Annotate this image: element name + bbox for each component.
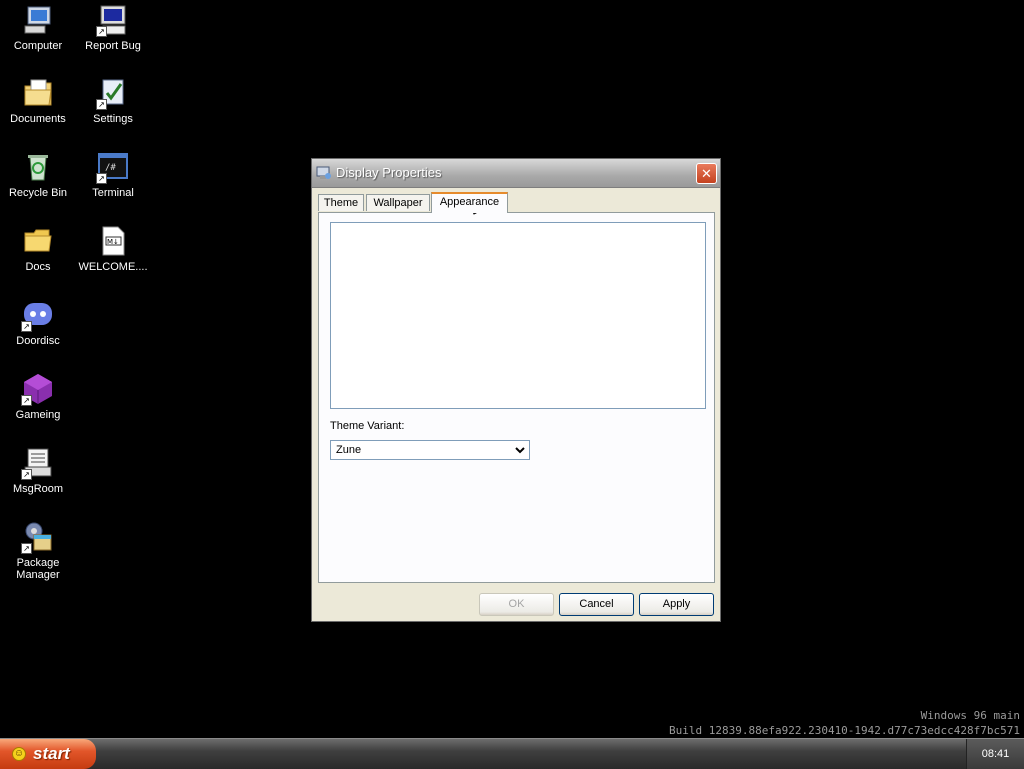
apply-button[interactable]: Apply xyxy=(639,593,714,616)
desktop-icon-label: Documents xyxy=(10,113,66,125)
desktop-icon-label: Recycle Bin xyxy=(8,187,68,199)
start-label: start xyxy=(33,744,70,763)
markdown-file-icon: M↓ xyxy=(97,225,129,257)
msgroom-icon: ↗ xyxy=(21,447,54,480)
computer-icon xyxy=(22,4,54,36)
shortcut-arrow-icon: ↗ xyxy=(21,469,32,480)
window-title: Display Properties xyxy=(336,165,442,180)
terminal-icon: /# ↗ xyxy=(96,151,129,184)
svg-text:M↓: M↓ xyxy=(107,238,119,246)
desktop-icon-welcome[interactable]: M↓ WELCOME.... xyxy=(75,225,151,273)
desktop-icon-package-manager[interactable]: ↗ Package Manager xyxy=(0,521,76,581)
shortcut-arrow-icon: ↗ xyxy=(96,26,107,37)
desktop-icon-msgroom[interactable]: ↗ MsgRoom xyxy=(0,447,76,495)
display-properties-window: Display Properties ✕ Theme Wallpaper App… xyxy=(311,158,721,622)
desktop-icon-gameing[interactable]: ↗ Gameing xyxy=(0,373,76,421)
taskbar: ☺ start 08:41 xyxy=(0,738,1024,769)
desktop-icon-label: Package Manager xyxy=(16,557,60,581)
tab-wallpaper[interactable]: Wallpaper xyxy=(366,194,430,211)
desktop-icon-report-bug[interactable]: ↗ Report Bug xyxy=(75,4,151,52)
close-icon: ✕ xyxy=(701,166,712,181)
desktop-icon-label: Computer xyxy=(13,40,63,52)
watermark-line-1: Windows 96 main xyxy=(920,709,1020,722)
settings-icon: ↗ xyxy=(96,77,129,110)
desktop-icon-label: Terminal xyxy=(92,187,134,199)
package-manager-icon: ↗ xyxy=(21,521,54,554)
svg-text:/#: /# xyxy=(105,163,116,173)
title-bar[interactable]: Display Properties ✕ xyxy=(312,159,720,188)
theme-variant-label: Theme Variant: xyxy=(330,420,405,432)
close-button[interactable]: ✕ xyxy=(696,163,717,184)
desktop-icon-docs[interactable]: Docs xyxy=(0,225,76,273)
folder-icon xyxy=(22,225,54,257)
shortcut-arrow-icon: ↗ xyxy=(21,543,32,554)
desktop-icon-documents[interactable]: Documents xyxy=(0,77,76,125)
desktop-icon-settings[interactable]: ↗ Settings xyxy=(75,77,151,125)
doordisc-icon: ↗ xyxy=(21,299,54,332)
desktop-icon-terminal[interactable]: /# ↗ Terminal xyxy=(75,151,151,199)
desktop-icon-label: Report Bug xyxy=(85,40,141,52)
desktop-icon-doordisc[interactable]: ↗ Doordisc xyxy=(0,299,76,347)
shortcut-arrow-icon: ↗ xyxy=(21,395,32,406)
appearance-panel: Theme Variant: Zune xyxy=(318,212,715,583)
documents-icon xyxy=(22,77,54,109)
theme-variant-select[interactable]: Zune xyxy=(330,440,530,460)
shortcut-arrow-icon: ↗ xyxy=(96,99,107,110)
theme-variant-value: Zune xyxy=(336,444,362,456)
chevron-down-icon xyxy=(515,441,525,466)
build-watermark: Windows 96 main Build 12839.88efa922.230… xyxy=(669,708,1020,738)
desktop-icon-label: Settings xyxy=(93,113,133,125)
desktop-icon-label: Gameing xyxy=(15,409,61,421)
theme-preview-area xyxy=(330,222,706,409)
display-properties-icon xyxy=(316,165,332,181)
recycle-bin-icon xyxy=(22,151,54,183)
shortcut-arrow-icon: ↗ xyxy=(96,173,107,184)
gameing-icon: ↗ xyxy=(21,373,54,406)
start-button[interactable]: ☺ start xyxy=(0,739,96,769)
ok-button[interactable]: OK xyxy=(479,593,554,616)
report-bug-icon: ↗ xyxy=(96,4,129,37)
watermark-line-2: Build 12839.88efa922.230410-1942.d77c73e… xyxy=(669,724,1020,737)
desktop-icon-label: MsgRoom xyxy=(12,483,64,495)
desktop-icon-label: Doordisc xyxy=(16,335,60,347)
tab-appearance[interactable]: Appearance xyxy=(431,192,508,213)
desktop-icon-label: Docs xyxy=(25,261,51,273)
smiley-icon: ☺ xyxy=(12,747,26,761)
desktop-icon-computer[interactable]: Computer xyxy=(0,4,76,52)
desktop-icon-label: WELCOME.... xyxy=(78,261,148,273)
shortcut-arrow-icon: ↗ xyxy=(21,321,32,332)
tab-theme[interactable]: Theme xyxy=(318,194,364,211)
system-tray-clock[interactable]: 08:41 xyxy=(966,739,1024,769)
cancel-button[interactable]: Cancel xyxy=(559,593,634,616)
desktop-icon-recycle-bin[interactable]: Recycle Bin xyxy=(0,151,76,199)
